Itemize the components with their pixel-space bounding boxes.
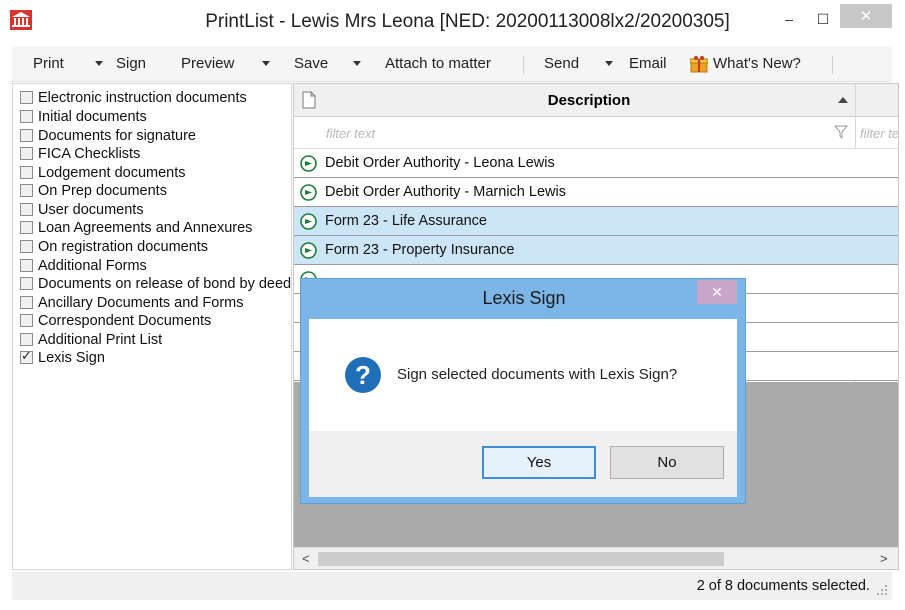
dialog-footer: Yes No — [309, 431, 737, 497]
checkbox[interactable] — [20, 110, 33, 123]
category-item[interactable]: Documents for signature — [20, 126, 196, 145]
checkbox[interactable] — [20, 166, 33, 179]
save-dropdown-arrow[interactable] — [353, 61, 361, 66]
gift-icon[interactable] — [690, 56, 708, 73]
print-button[interactable]: Print — [33, 55, 64, 72]
attach-to-matter-button[interactable]: Attach to matter — [385, 55, 491, 72]
yes-button[interactable]: Yes — [482, 446, 596, 479]
category-item[interactable]: Initial documents — [20, 107, 147, 126]
category-item[interactable]: FICA Checklists — [20, 144, 140, 163]
toolbar: Print Sign Preview Save Attach to matter… — [12, 46, 892, 82]
lexis-sign-icon — [300, 213, 317, 230]
close-button[interactable]: ✕ — [840, 4, 892, 28]
checkbox[interactable] — [20, 277, 33, 290]
window-title: PrintList - Lewis Mrs Leona [NED: 202001… — [205, 11, 730, 32]
filter-row: filter text filter te — [294, 117, 898, 149]
lexis-sign-icon — [300, 155, 317, 172]
status-text: 2 of 8 documents selected. — [696, 578, 870, 594]
category-item[interactable]: Electronic instruction documents — [20, 88, 247, 107]
scrollbar-thumb[interactable] — [318, 552, 724, 566]
scroll-left-arrow[interactable]: < — [302, 551, 310, 566]
checkbox-checked[interactable] — [20, 348, 33, 364]
toolbar-separator — [832, 56, 833, 74]
category-item-lexis-sign[interactable]: Lexis Sign — [20, 348, 105, 367]
lexis-sign-dialog: Lexis Sign ✕ ? Sign selected documents w… — [300, 278, 746, 504]
question-icon: ? — [345, 357, 381, 393]
preview-button[interactable]: Preview — [181, 55, 234, 72]
checkbox[interactable] — [20, 314, 33, 327]
category-item[interactable]: Lodgement documents — [20, 163, 186, 182]
category-item[interactable]: Additional Print List — [20, 330, 162, 349]
column-header-description[interactable]: Description — [324, 92, 854, 109]
checkbox[interactable] — [20, 240, 33, 253]
email-button[interactable]: Email — [629, 55, 667, 72]
table-row[interactable]: Debit Order Authority - Leona Lewis — [294, 149, 898, 178]
category-item[interactable]: Loan Agreements and Annexures — [20, 218, 252, 237]
minimize-button[interactable]: – — [776, 6, 802, 32]
checkbox[interactable] — [20, 221, 33, 234]
table-row[interactable]: Debit Order Authority - Marnich Lewis — [294, 178, 898, 207]
toolbar-separator — [523, 56, 524, 74]
category-item[interactable]: Ancillary Documents and Forms — [20, 293, 244, 312]
table-row-selected[interactable]: Form 23 - Property Insurance — [294, 236, 898, 265]
preview-dropdown-arrow[interactable] — [262, 61, 270, 66]
horizontal-scrollbar[interactable]: < > — [294, 547, 898, 569]
category-item[interactable]: Correspondent Documents — [20, 311, 211, 330]
category-item[interactable]: Additional Forms — [20, 256, 147, 275]
document-icon — [302, 91, 316, 109]
whats-new-button[interactable]: What's New? — [713, 55, 801, 72]
no-button[interactable]: No — [610, 446, 724, 479]
grid-header: Description — [294, 84, 898, 117]
checkbox[interactable] — [20, 203, 33, 216]
sort-ascending-icon[interactable] — [838, 97, 848, 103]
dialog-close-button[interactable]: ✕ — [697, 280, 737, 304]
send-dropdown-arrow[interactable] — [605, 61, 613, 66]
category-list: Electronic instruction documents Initial… — [12, 83, 292, 570]
lexis-sign-icon — [300, 242, 317, 259]
filter-icon[interactable] — [834, 125, 848, 139]
filter-input[interactable]: filter text — [326, 126, 375, 141]
print-dropdown-arrow[interactable] — [95, 61, 103, 66]
checkbox[interactable] — [20, 259, 33, 272]
dialog-body: ? Sign selected documents with Lexis Sig… — [309, 319, 737, 431]
checkbox[interactable] — [20, 147, 33, 160]
checkbox[interactable] — [20, 129, 33, 142]
send-button[interactable]: Send — [544, 55, 579, 72]
dialog-title: Lexis Sign — [482, 288, 566, 308]
resize-grip-icon[interactable] — [876, 584, 888, 596]
checkbox[interactable] — [20, 184, 33, 197]
table-row-selected[interactable]: Form 23 - Life Assurance — [294, 207, 898, 236]
scroll-right-arrow[interactable]: > — [880, 551, 888, 566]
category-item[interactable]: On registration documents — [20, 237, 208, 256]
checkbox[interactable] — [20, 296, 33, 309]
category-item[interactable]: Documents on release of bond by deed — [20, 274, 291, 293]
maximize-button[interactable]: ☐ — [810, 6, 836, 32]
save-button[interactable]: Save — [294, 55, 328, 72]
checkbox[interactable] — [20, 333, 33, 346]
category-item[interactable]: On Prep documents — [20, 181, 167, 200]
title-bar: PrintList - Lewis Mrs Leona [NED: 202001… — [0, 0, 905, 42]
lexis-sign-icon — [300, 184, 317, 201]
dialog-message: Sign selected documents with Lexis Sign? — [397, 366, 678, 383]
filter-input-2[interactable]: filter te — [860, 126, 898, 141]
svg-text:?: ? — [355, 360, 371, 390]
status-bar: 2 of 8 documents selected. — [12, 572, 892, 600]
sign-button[interactable]: Sign — [116, 55, 146, 72]
category-item[interactable]: User documents — [20, 200, 144, 219]
checkbox[interactable] — [20, 91, 33, 104]
